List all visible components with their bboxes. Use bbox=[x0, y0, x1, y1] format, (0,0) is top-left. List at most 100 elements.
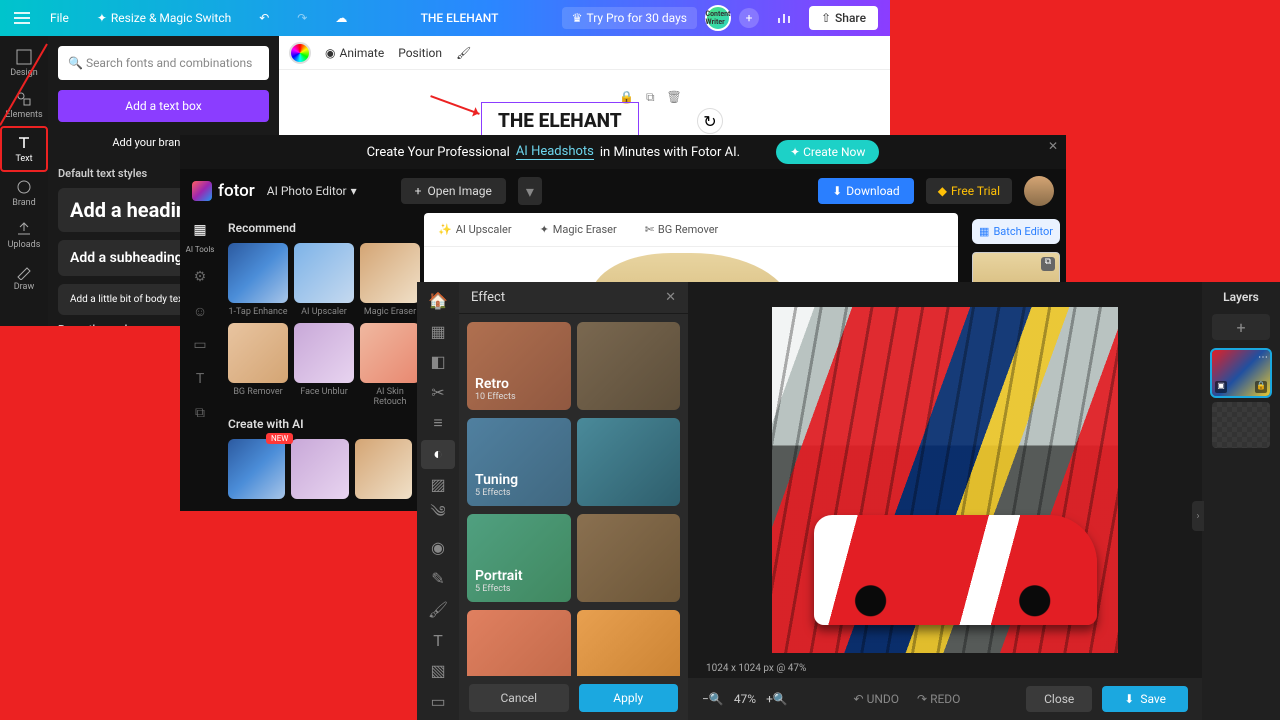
copy-icon[interactable]: ⧉ bbox=[1041, 257, 1055, 271]
close-button[interactable]: Close bbox=[1026, 686, 1092, 712]
layer-menu-icon[interactable]: ⋯ bbox=[1258, 352, 1268, 363]
hamburger-icon[interactable] bbox=[8, 4, 36, 32]
tool-thumb[interactable] bbox=[360, 243, 420, 303]
pattern-icon[interactable]: ▧ bbox=[421, 656, 455, 685]
redo-icon[interactable]: ↷ bbox=[287, 7, 317, 29]
cutout-icon[interactable]: ✂ bbox=[421, 378, 455, 407]
effect-retro[interactable]: Retro10 Effects bbox=[467, 322, 571, 410]
ai-tools-icon[interactable]: ▦ bbox=[189, 219, 211, 241]
zoom-value[interactable]: 47% bbox=[734, 692, 756, 706]
download-button[interactable]: ⬇Download bbox=[818, 178, 913, 204]
avatar[interactable] bbox=[1024, 176, 1054, 206]
portrait-icon[interactable]: ☺ bbox=[189, 300, 211, 322]
rail-text[interactable]: Text bbox=[0, 126, 48, 172]
try-pro-button[interactable]: ♛Try Pro for 30 days bbox=[562, 7, 697, 29]
frame-icon[interactable]: ▭ bbox=[189, 334, 211, 356]
open-dropdown[interactable]: ▾ bbox=[518, 177, 542, 205]
effect-preview[interactable] bbox=[577, 514, 681, 602]
expand-panel[interactable]: › bbox=[1192, 501, 1204, 531]
border-icon[interactable]: ▭ bbox=[421, 687, 455, 716]
adjust-icon[interactable]: ≡ bbox=[421, 409, 455, 438]
tool-thumb[interactable] bbox=[291, 439, 348, 499]
add-text-box-button[interactable]: Add a text box bbox=[58, 90, 269, 122]
tool-thumb[interactable] bbox=[360, 323, 420, 383]
mode-selector[interactable]: AI Photo Editor▾ bbox=[267, 184, 357, 198]
rail-elements[interactable]: Elements bbox=[0, 84, 48, 126]
duplicate-icon[interactable]: ⧉ bbox=[646, 90, 655, 105]
file-menu[interactable]: File bbox=[40, 7, 79, 29]
layer-thumb-bg[interactable] bbox=[1212, 402, 1270, 448]
tool-thumb[interactable] bbox=[355, 439, 412, 499]
add-layer-button[interactable]: + bbox=[1212, 314, 1270, 340]
text-icon[interactable]: T bbox=[189, 368, 211, 390]
text-icon[interactable]: T bbox=[421, 626, 455, 655]
brush-icon[interactable]: 🖌 bbox=[421, 595, 455, 624]
open-image-button[interactable]: +Open Image bbox=[401, 178, 506, 204]
undo-icon[interactable]: ↶ bbox=[249, 7, 279, 29]
batch-editor-button[interactable]: ▦Batch Editor bbox=[972, 219, 1060, 244]
rail-draw[interactable]: Draw bbox=[0, 256, 48, 298]
tab-eraser[interactable]: ✦Magic Eraser bbox=[540, 223, 617, 236]
document-title[interactable]: THE ELEHANT bbox=[421, 11, 499, 25]
tool-thumb[interactable] bbox=[228, 323, 288, 383]
effect-portrait[interactable]: Portrait5 Effects bbox=[467, 514, 571, 602]
effect-preview[interactable] bbox=[577, 610, 681, 676]
liquify-icon[interactable]: ༄ bbox=[421, 501, 455, 531]
home-icon[interactable]: 🏠 bbox=[421, 286, 455, 315]
close-banner-icon[interactable]: ✕ bbox=[1048, 139, 1058, 153]
cancel-button[interactable]: Cancel bbox=[469, 684, 569, 712]
close-icon[interactable]: ✕ bbox=[665, 290, 676, 305]
animate-button[interactable]: ◉Animate bbox=[325, 46, 384, 60]
selected-text-element[interactable]: THE ELEHANT bbox=[481, 102, 639, 139]
cloud-icon[interactable]: ☁ bbox=[325, 7, 357, 29]
effect-card[interactable] bbox=[467, 610, 571, 676]
tab-upscaler[interactable]: ✨AI Upscaler bbox=[438, 223, 512, 236]
tab-bg-remover[interactable]: ✄BG Remover bbox=[645, 223, 719, 236]
free-trial-button[interactable]: ◆Free Trial bbox=[926, 178, 1012, 204]
fotor-logo[interactable]: fotor bbox=[192, 181, 255, 201]
tool-thumb[interactable] bbox=[294, 243, 354, 303]
share-button[interactable]: ⇧Share bbox=[809, 6, 878, 30]
create-now-button[interactable]: ✦ Create Now bbox=[776, 140, 879, 164]
section-create-ai: Create with AI bbox=[228, 417, 412, 431]
arrange-icon[interactable]: ▦ bbox=[421, 317, 455, 346]
fotor-promo-banner: Create Your Professional AI Headshots in… bbox=[180, 135, 1066, 169]
adjust-icon[interactable]: ⚙ bbox=[189, 266, 211, 288]
add-member-button[interactable]: + bbox=[739, 8, 759, 28]
avatar[interactable]: Content Writer bbox=[705, 5, 731, 31]
format-painter-icon[interactable]: 🖌 bbox=[456, 46, 471, 60]
rail-uploads[interactable]: Uploads bbox=[0, 214, 48, 256]
effect-preview[interactable] bbox=[577, 418, 681, 506]
effect-tuning[interactable]: Tuning5 Effects bbox=[467, 418, 571, 506]
zoom-in-icon[interactable]: +🔍 bbox=[766, 692, 788, 706]
rail-design[interactable]: Design bbox=[0, 42, 48, 84]
tool-thumb[interactable] bbox=[228, 439, 285, 499]
color-picker[interactable] bbox=[289, 42, 311, 64]
effect-preview[interactable] bbox=[577, 322, 681, 410]
layer-thumb[interactable]: ⋯ ▣ 🔒 bbox=[1212, 350, 1270, 396]
canva-canvas: ◉Animate Position 🖌 🔒 ⧉ 🗑 THE ELEHANT ↻ bbox=[279, 36, 890, 136]
canvas-image[interactable] bbox=[772, 307, 1118, 653]
resize-button[interactable]: ✦Resize & Magic Switch bbox=[87, 7, 241, 29]
lock-icon[interactable]: 🔒 bbox=[1255, 381, 1267, 393]
apply-button[interactable]: Apply bbox=[579, 684, 679, 712]
tool-thumb[interactable] bbox=[294, 323, 354, 383]
redo-button[interactable]: ↷ REDO bbox=[917, 692, 960, 706]
rail-brand[interactable]: Brand bbox=[0, 172, 48, 214]
tool-thumb[interactable] bbox=[228, 243, 288, 303]
crop-icon[interactable]: ⧉ bbox=[189, 402, 211, 424]
retouch-icon[interactable]: ◉ bbox=[421, 533, 455, 562]
undo-button[interactable]: ↶ UNDO bbox=[854, 692, 900, 706]
pixlr-canvas[interactable]: 1024 x 1024 px @ 47% bbox=[688, 282, 1202, 678]
crop-icon[interactable]: ◧ bbox=[421, 348, 455, 377]
save-button[interactable]: ⬇Save bbox=[1102, 686, 1188, 712]
position-button[interactable]: Position bbox=[398, 46, 442, 60]
trash-icon[interactable]: 🗑 bbox=[667, 90, 682, 105]
search-input[interactable]: 🔍 Search fonts and combinations bbox=[58, 46, 269, 80]
plus-icon: + bbox=[415, 184, 422, 198]
analytics-icon[interactable] bbox=[767, 7, 801, 29]
effect-icon[interactable]: ◐ bbox=[421, 440, 455, 469]
regenerate-button[interactable]: ↻ bbox=[697, 108, 723, 134]
zoom-out-icon[interactable]: −🔍 bbox=[702, 692, 724, 706]
draw-icon[interactable]: ✎ bbox=[421, 564, 455, 593]
